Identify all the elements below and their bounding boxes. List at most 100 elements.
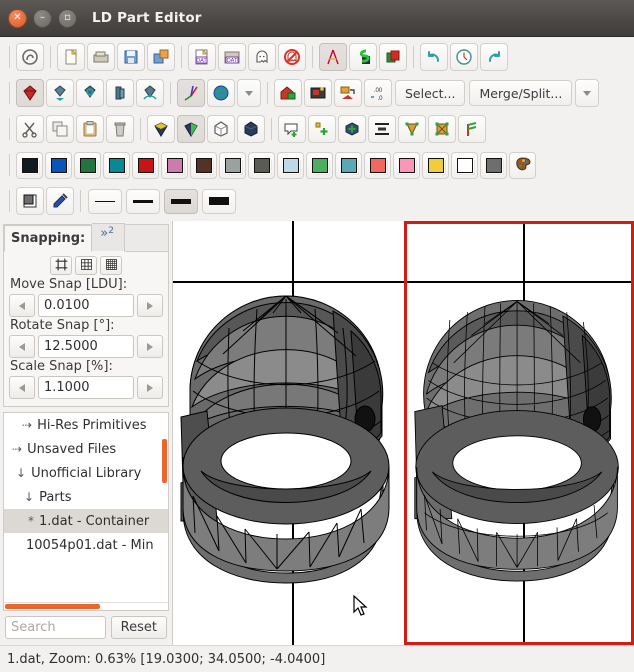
save-as-button[interactable] bbox=[147, 43, 175, 71]
line-width-3-button[interactable] bbox=[164, 188, 198, 214]
rectifier-button[interactable] bbox=[458, 115, 486, 143]
reset-button[interactable]: Reset bbox=[110, 616, 167, 639]
tree-item-unsaved-files[interactable]: ⇢ Unsaved Files bbox=[4, 437, 168, 461]
scale-snap-increment[interactable] bbox=[137, 376, 163, 399]
globe-button[interactable] bbox=[207, 79, 235, 107]
new-file-button[interactable] bbox=[57, 43, 85, 71]
open-file-button[interactable] bbox=[87, 43, 115, 71]
select-menu-button[interactable]: Select... bbox=[395, 80, 466, 106]
rotate-snap-increment[interactable] bbox=[137, 335, 163, 358]
maximize-button[interactable]: ▫ bbox=[58, 8, 77, 28]
color-salmon[interactable] bbox=[364, 151, 391, 179]
row2-overflow-button[interactable] bbox=[237, 79, 261, 107]
color-red[interactable] bbox=[132, 151, 159, 179]
color-blue[interactable] bbox=[45, 151, 72, 179]
history-button[interactable] bbox=[450, 43, 478, 71]
no-ghost-button[interactable] bbox=[278, 43, 306, 71]
tree-item-10054p01[interactable]: 10054p01.dat - Min bbox=[4, 533, 168, 557]
decimal-places-button[interactable]: .00.0 bbox=[364, 79, 392, 107]
color-light-turquoise[interactable] bbox=[335, 151, 362, 179]
rotate-snap-input[interactable]: 12.5000 bbox=[38, 335, 134, 358]
tree-hscroll-thumb[interactable] bbox=[5, 604, 101, 609]
texmap-button[interactable] bbox=[304, 79, 332, 107]
minimize-button[interactable]: – bbox=[33, 8, 52, 28]
line-width-4-button[interactable] bbox=[202, 188, 236, 214]
ghost-button[interactable] bbox=[248, 43, 276, 71]
close-button[interactable]: ✕ bbox=[8, 8, 27, 28]
color-dark-turquoise[interactable] bbox=[103, 151, 130, 179]
search-input[interactable]: Search bbox=[5, 616, 106, 639]
move-snap-input[interactable]: 0.0100 bbox=[38, 294, 134, 317]
paste-button[interactable] bbox=[76, 115, 104, 143]
grid-medium-button[interactable] bbox=[75, 256, 97, 275]
tree-vertical-scrollbar[interactable] bbox=[162, 439, 167, 483]
undo-button[interactable] bbox=[420, 43, 448, 71]
delete-button[interactable] bbox=[106, 115, 134, 143]
line-width-1-button[interactable] bbox=[88, 188, 122, 214]
merge-split-menu-button[interactable]: Merge/Split... bbox=[469, 80, 573, 106]
fill-color-button[interactable] bbox=[16, 187, 44, 215]
save-button[interactable] bbox=[117, 43, 145, 71]
mesh-reduce-button[interactable] bbox=[398, 115, 426, 143]
add-vertex-button[interactable] bbox=[308, 115, 336, 143]
color-black[interactable] bbox=[16, 151, 43, 179]
scale-snap-input[interactable]: 1.1000 bbox=[38, 376, 134, 399]
insert-primitive-button[interactable] bbox=[274, 79, 302, 107]
rotate-mode-button[interactable] bbox=[76, 79, 104, 107]
pipette-button[interactable] bbox=[46, 187, 74, 215]
snap-s-button[interactable] bbox=[349, 43, 377, 71]
tree-item-parts[interactable]: ↓ Parts bbox=[4, 485, 168, 509]
red-cube-button[interactable] bbox=[379, 43, 407, 71]
rotate-snap-decrement[interactable] bbox=[9, 335, 35, 358]
color-dark-pink[interactable] bbox=[161, 151, 188, 179]
bfc-front-button[interactable] bbox=[147, 115, 175, 143]
color-light-gray[interactable] bbox=[219, 151, 246, 179]
select-mode-button[interactable] bbox=[16, 79, 44, 107]
file-tree-list[interactable]: ⇢ Hi-Res Primitives ⇢ Unsaved Files ↓ Unoffic… bbox=[4, 413, 168, 602]
viewport-left[interactable] bbox=[173, 221, 404, 645]
compass-button[interactable] bbox=[319, 43, 347, 71]
tree-item-1dat-container[interactable]: * 1.dat - Container bbox=[4, 509, 168, 533]
add-comment-button[interactable] bbox=[278, 115, 306, 143]
redo-button[interactable] bbox=[480, 43, 508, 71]
solid-button[interactable] bbox=[237, 115, 265, 143]
grid-coarse-button[interactable] bbox=[50, 256, 72, 275]
move-snap-decrement[interactable] bbox=[9, 294, 35, 317]
bfc-back-button[interactable] bbox=[177, 115, 205, 143]
color-light-blue[interactable] bbox=[277, 151, 304, 179]
row2-text-overflow-button[interactable] bbox=[575, 79, 600, 107]
tree-item-hi-res-primitives[interactable]: ⇢ Hi-Res Primitives bbox=[4, 413, 168, 437]
line-width-2-button[interactable] bbox=[126, 188, 160, 214]
move-mode-button[interactable] bbox=[46, 79, 74, 107]
cut-button[interactable] bbox=[16, 115, 44, 143]
color-brown[interactable] bbox=[190, 151, 217, 179]
grid-fine-button[interactable] bbox=[100, 256, 122, 275]
tree-horizontal-scrollbar[interactable] bbox=[4, 602, 168, 610]
move-snap-increment[interactable] bbox=[137, 294, 163, 317]
color-white[interactable] bbox=[451, 151, 478, 179]
color-yellow[interactable] bbox=[422, 151, 449, 179]
wireframe-button[interactable] bbox=[207, 115, 235, 143]
scale-snap-decrement[interactable] bbox=[9, 376, 35, 399]
mesh-split-button[interactable] bbox=[428, 115, 456, 143]
color-pink[interactable] bbox=[393, 151, 420, 179]
tab-overflow[interactable]: » 2 bbox=[92, 223, 125, 252]
align-button[interactable] bbox=[368, 115, 396, 143]
color-bright-green[interactable] bbox=[306, 151, 333, 179]
project-button[interactable] bbox=[334, 79, 362, 107]
color-green[interactable] bbox=[74, 151, 101, 179]
color-dark-gray[interactable] bbox=[248, 151, 275, 179]
color-palette-button[interactable] bbox=[509, 151, 536, 179]
scale-mode-button[interactable] bbox=[106, 79, 134, 107]
color-gray[interactable] bbox=[480, 151, 507, 179]
add-primitive-button[interactable] bbox=[338, 115, 366, 143]
transform-mode-button[interactable] bbox=[136, 79, 164, 107]
open-dat-button[interactable]: DAT bbox=[188, 43, 216, 71]
viewport-right[interactable] bbox=[403, 221, 634, 645]
tree-item-unofficial-library[interactable]: ↓ Unofficial Library bbox=[4, 461, 168, 485]
axes-button[interactable] bbox=[177, 79, 205, 107]
copy-button[interactable] bbox=[46, 115, 74, 143]
open-dat-folder-button[interactable]: DAT bbox=[218, 43, 246, 71]
logo-button[interactable] bbox=[16, 43, 44, 71]
tab-snapping[interactable]: Snapping: bbox=[4, 225, 93, 252]
